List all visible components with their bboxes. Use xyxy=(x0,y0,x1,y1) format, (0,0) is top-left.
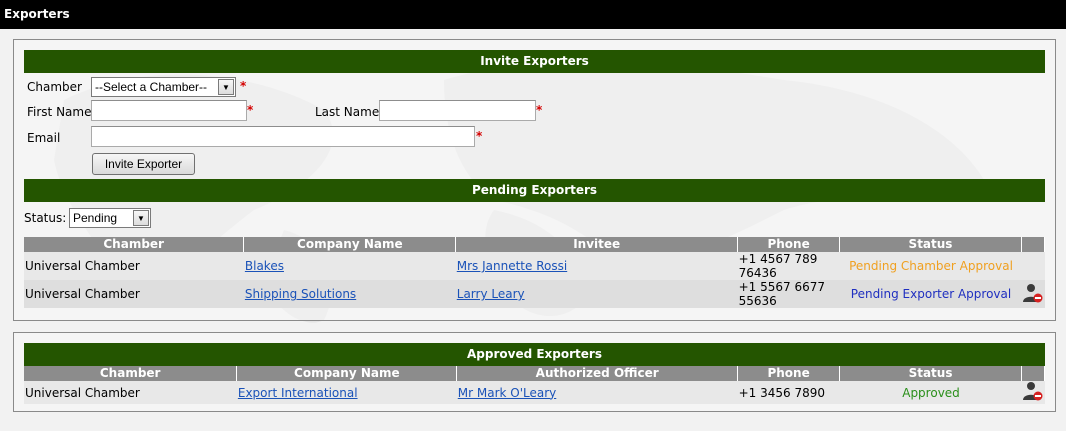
status-cell: Approved xyxy=(839,381,1022,404)
phone-cell: +1 4567 789 76436 xyxy=(737,252,840,280)
first-name-required-mark: * xyxy=(247,103,254,117)
column-header: Chamber xyxy=(24,366,238,381)
column-header: Phone xyxy=(737,237,841,252)
invitee-link[interactable]: Mrs Jannette Rossi xyxy=(457,259,567,273)
approved-section-header: Approved Exporters xyxy=(24,343,1045,366)
chamber-select[interactable]: --Select a Chamber-- ▼ xyxy=(91,77,236,97)
table-header-row: Chamber Company Name Authorized Officer … xyxy=(24,366,1046,381)
chamber-cell: Universal Chamber xyxy=(24,381,237,404)
chevron-down-icon: ▼ xyxy=(218,79,234,95)
chamber-required-mark: * xyxy=(240,79,247,93)
chamber-cell: Universal Chamber xyxy=(24,252,244,280)
chamber-cell: Universal Chamber xyxy=(24,280,244,308)
actions-cell xyxy=(1021,252,1045,280)
last-name-field[interactable] xyxy=(379,100,536,121)
phone-cell: +1 5567 6677 55636 xyxy=(737,280,840,308)
last-name-required-mark: * xyxy=(536,103,543,117)
first-name-label: First Name xyxy=(27,105,92,119)
invite-section-title: Invite Exporters xyxy=(480,54,589,68)
pending-section-header: Pending Exporters xyxy=(24,179,1045,202)
table-header-row: Chamber Company Name Invitee Phone Statu… xyxy=(24,237,1046,252)
status-cell: Pending Exporter Approval xyxy=(839,280,1022,308)
user-remove-icon[interactable] xyxy=(1022,283,1044,303)
approved-exporters-table: Chamber Company Name Authorized Officer … xyxy=(24,366,1046,404)
invite-exporter-button-label: Invite Exporter xyxy=(104,157,183,171)
chamber-label: Chamber xyxy=(27,80,82,94)
approved-section-title: Approved Exporters xyxy=(467,347,602,361)
pending-section-title: Pending Exporters xyxy=(471,183,598,197)
approved-panel: Approved Exporters Chamber Company Name … xyxy=(13,332,1056,412)
column-header: Phone xyxy=(737,366,841,381)
column-header: Chamber xyxy=(24,237,245,252)
page-title: Exporters xyxy=(4,7,70,21)
pending-exporters-table: Chamber Company Name Invitee Phone Statu… xyxy=(24,237,1046,308)
invite-exporter-button[interactable]: Invite Exporter xyxy=(92,153,195,175)
email-required-mark: * xyxy=(476,129,483,143)
last-name-label: Last Name xyxy=(315,105,380,119)
table-row: Universal Chamber Shipping Solutions Lar… xyxy=(24,280,1045,308)
page-title-bar: Exporters xyxy=(0,0,1066,29)
column-header-actions xyxy=(1021,237,1046,252)
invite-section-header: Invite Exporters xyxy=(24,50,1045,73)
column-header-actions xyxy=(1021,366,1046,381)
column-header: Company Name xyxy=(236,366,458,381)
column-header: Authorized Officer xyxy=(456,366,739,381)
column-header: Status xyxy=(839,237,1022,252)
officer-link[interactable]: Mr Mark O'Leary xyxy=(458,386,557,400)
status-filter-value: Pending xyxy=(73,211,118,225)
invitee-link[interactable]: Larry Leary xyxy=(457,287,525,301)
chevron-down-icon: ▼ xyxy=(133,210,149,226)
company-link[interactable]: Shipping Solutions xyxy=(245,287,356,301)
chamber-select-value: --Select a Chamber-- xyxy=(95,80,208,94)
table-row: Universal Chamber Blakes Mrs Jannette Ro… xyxy=(24,252,1045,280)
column-header: Invitee xyxy=(455,237,739,252)
status-filter-select[interactable]: Pending ▼ xyxy=(69,208,151,228)
status-filter-label: Status: xyxy=(24,211,67,225)
status-cell: Pending Chamber Approval xyxy=(839,252,1022,280)
company-link[interactable]: Blakes xyxy=(245,259,284,273)
email-label: Email xyxy=(27,131,61,145)
company-link[interactable]: Export International xyxy=(238,386,358,400)
table-row: Universal Chamber Export International M… xyxy=(24,381,1045,404)
column-header: Company Name xyxy=(243,237,457,252)
column-header: Status xyxy=(839,366,1022,381)
user-remove-icon[interactable] xyxy=(1022,381,1044,401)
invite-pending-panel: Invite Exporters Chamber --Select a Cham… xyxy=(13,39,1056,321)
phone-cell: +1 3456 7890 xyxy=(737,381,840,404)
first-name-field[interactable] xyxy=(91,100,247,121)
email-field[interactable] xyxy=(91,126,475,147)
